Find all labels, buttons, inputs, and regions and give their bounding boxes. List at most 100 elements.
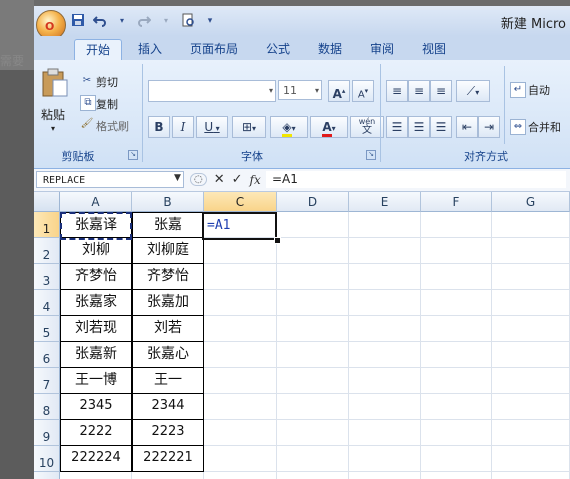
font-size-combo[interactable]: 11 ▾ bbox=[278, 80, 322, 100]
cell-d5[interactable] bbox=[277, 316, 349, 342]
cell-e6[interactable] bbox=[349, 342, 421, 368]
tab-page-layout[interactable]: 页面布局 bbox=[182, 39, 246, 60]
save-icon[interactable] bbox=[70, 13, 86, 29]
shrink-font-button[interactable]: A▾ bbox=[352, 80, 374, 102]
cell-a8[interactable]: 2345 bbox=[60, 394, 132, 420]
font-launcher-icon[interactable]: ↘ bbox=[366, 150, 376, 160]
cell-c6[interactable] bbox=[204, 342, 277, 368]
cell-g8[interactable] bbox=[492, 394, 570, 420]
format-painter-button[interactable]: 格式刷 bbox=[96, 118, 129, 134]
row-header-3[interactable]: 3 bbox=[34, 264, 60, 290]
cell-e10[interactable] bbox=[349, 446, 421, 472]
row-header-10[interactable]: 10 bbox=[34, 446, 60, 472]
cell-b3[interactable]: 齐梦怡 bbox=[132, 264, 204, 290]
cell-g9[interactable] bbox=[492, 420, 570, 446]
cancel-icon[interactable]: ✕ bbox=[214, 172, 225, 187]
cell-b8[interactable]: 2344 bbox=[132, 394, 204, 420]
paste-button[interactable]: 粘贴 ▾ bbox=[38, 66, 72, 140]
redo-icon[interactable] bbox=[136, 13, 152, 29]
cell-a11[interactable] bbox=[60, 472, 132, 479]
row-header-8[interactable]: 8 bbox=[34, 394, 60, 420]
cell-c7[interactable] bbox=[204, 368, 277, 394]
cell-g6[interactable] bbox=[492, 342, 570, 368]
wrap-text-button[interactable]: 自动 bbox=[528, 82, 550, 98]
cell-e8[interactable] bbox=[349, 394, 421, 420]
cell-d6[interactable] bbox=[277, 342, 349, 368]
cell-f5[interactable] bbox=[421, 316, 492, 342]
cell-f7[interactable] bbox=[421, 368, 492, 394]
italic-button[interactable]: I bbox=[172, 116, 194, 138]
cell-a2[interactable]: 刘柳 bbox=[60, 238, 132, 264]
align-top-icon[interactable]: ≡ bbox=[386, 80, 408, 102]
cell-a3[interactable]: 齐梦怡 bbox=[60, 264, 132, 290]
cut-button[interactable]: 剪切 bbox=[96, 74, 118, 90]
orientation-button[interactable]: ⟋▾ bbox=[456, 80, 490, 102]
cell-f2[interactable] bbox=[421, 238, 492, 264]
row-header-7[interactable]: 7 bbox=[34, 368, 60, 394]
cell-e5[interactable] bbox=[349, 316, 421, 342]
cell-g4[interactable] bbox=[492, 290, 570, 316]
cell-f3[interactable] bbox=[421, 264, 492, 290]
fill-handle[interactable] bbox=[274, 237, 281, 244]
grow-font-button[interactable]: A▴ bbox=[328, 80, 350, 102]
cell-e3[interactable] bbox=[349, 264, 421, 290]
cell-f8[interactable] bbox=[421, 394, 492, 420]
cell-c9[interactable] bbox=[204, 420, 277, 446]
cell-g10[interactable] bbox=[492, 446, 570, 472]
formula-input[interactable]: =A1 bbox=[266, 171, 566, 188]
cell-f11[interactable] bbox=[421, 472, 492, 479]
cell-g2[interactable] bbox=[492, 238, 570, 264]
decrease-indent-icon[interactable]: ⇤ bbox=[456, 116, 478, 138]
cell-e11[interactable] bbox=[349, 472, 421, 479]
cell-c11[interactable] bbox=[204, 472, 277, 479]
undo-dropdown-icon[interactable]: ▾ bbox=[114, 13, 130, 29]
font-name-combo[interactable]: ▾ bbox=[148, 80, 276, 102]
merge-center-button[interactable]: 合并和 bbox=[528, 119, 561, 135]
align-center-icon[interactable]: ☰ bbox=[408, 116, 430, 138]
cell-d4[interactable] bbox=[277, 290, 349, 316]
cell-a1[interactable]: 张嘉译 bbox=[60, 212, 132, 238]
cell-c2[interactable] bbox=[204, 238, 277, 264]
phonetic-button[interactable]: wén 文 bbox=[350, 116, 384, 138]
cell-e9[interactable] bbox=[349, 420, 421, 446]
row-header-9[interactable]: 9 bbox=[34, 420, 60, 446]
cell-a9[interactable]: 2222 bbox=[60, 420, 132, 446]
insert-function-icon[interactable]: fx bbox=[250, 173, 261, 187]
underline-button[interactable]: U ▾ bbox=[196, 116, 228, 138]
cell-d7[interactable] bbox=[277, 368, 349, 394]
cell-g5[interactable] bbox=[492, 316, 570, 342]
cell-b6[interactable]: 张嘉心 bbox=[132, 342, 204, 368]
cell-f6[interactable] bbox=[421, 342, 492, 368]
align-left-icon[interactable]: ☰ bbox=[386, 116, 408, 138]
cell-d10[interactable] bbox=[277, 446, 349, 472]
name-box-dropdown-icon[interactable]: ▼ bbox=[174, 173, 181, 183]
cell-b11[interactable] bbox=[132, 472, 204, 479]
name-box[interactable]: REPLACE bbox=[36, 171, 184, 188]
cell-a4[interactable]: 张嘉家 bbox=[60, 290, 132, 316]
customize-icon[interactable]: ▾ bbox=[202, 13, 218, 29]
increase-indent-icon[interactable]: ⇥ bbox=[478, 116, 500, 138]
column-header-b[interactable]: B bbox=[132, 192, 204, 212]
tab-insert[interactable]: 插入 bbox=[130, 39, 170, 60]
tab-formulas[interactable]: 公式 bbox=[258, 39, 298, 60]
enter-icon[interactable]: ✓ bbox=[232, 172, 243, 187]
cell-g3[interactable] bbox=[492, 264, 570, 290]
row-header-4[interactable]: 4 bbox=[34, 290, 60, 316]
cell-d1[interactable] bbox=[277, 212, 349, 238]
cell-g11[interactable] bbox=[492, 472, 570, 479]
cell-d2[interactable] bbox=[277, 238, 349, 264]
cell-a5[interactable]: 刘若现 bbox=[60, 316, 132, 342]
column-header-d[interactable]: D bbox=[277, 192, 349, 212]
column-header-f[interactable]: F bbox=[421, 192, 492, 212]
cell-e1[interactable] bbox=[349, 212, 421, 238]
tab-review[interactable]: 审阅 bbox=[362, 39, 402, 60]
borders-button[interactable]: ⊞▾ bbox=[232, 116, 266, 138]
cell-f1[interactable] bbox=[421, 212, 492, 238]
cell-b1[interactable]: 张嘉 bbox=[132, 212, 204, 238]
bold-button[interactable]: B bbox=[148, 116, 170, 138]
cell-b5[interactable]: 刘若 bbox=[132, 316, 204, 342]
cell-e7[interactable] bbox=[349, 368, 421, 394]
cell-d11[interactable] bbox=[277, 472, 349, 479]
cell-b10[interactable]: 222221 bbox=[132, 446, 204, 472]
cell-f10[interactable] bbox=[421, 446, 492, 472]
